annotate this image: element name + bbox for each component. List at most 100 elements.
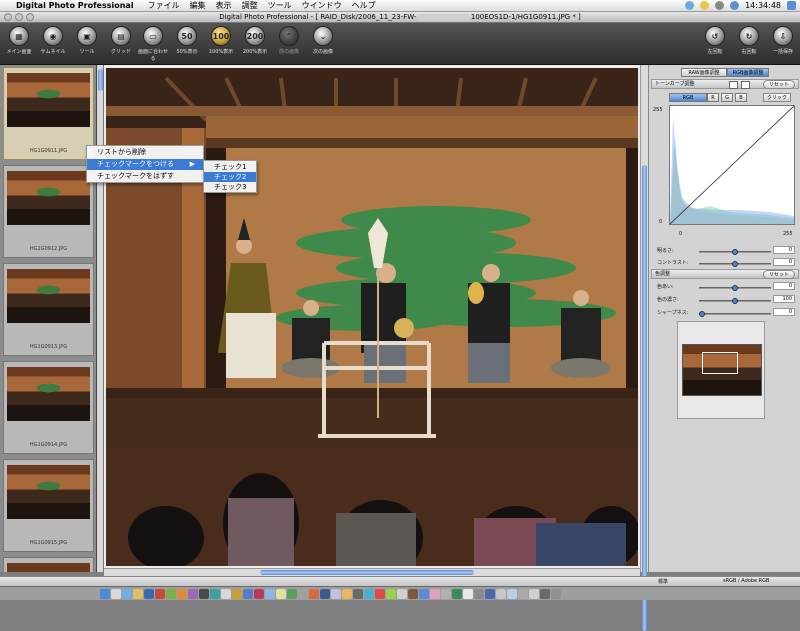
submenu-item-check-1[interactable]: チェック1 <box>204 162 256 172</box>
menu-window[interactable]: ウインドウ <box>302 0 342 11</box>
hue-slider-thumb[interactable] <box>732 285 738 291</box>
dock-app-icon[interactable] <box>485 589 495 599</box>
dock-app-icon[interactable] <box>474 589 484 599</box>
clock[interactable]: 14:34:48 <box>745 1 781 10</box>
hue-slider[interactable] <box>699 285 771 291</box>
dock-app-icon[interactable] <box>177 589 187 599</box>
status-icon-3[interactable] <box>715 1 725 10</box>
sharpness-value[interactable]: 0 <box>773 308 795 316</box>
zoom-window-button[interactable] <box>26 13 34 21</box>
dock-app-icon[interactable] <box>111 589 121 599</box>
viewer-vertical-scroll-knob[interactable] <box>642 165 647 631</box>
hue-value[interactable]: 0 <box>773 282 795 290</box>
thumbnail-button[interactable]: ◉ サムネイル <box>36 26 70 55</box>
thumbnail-scrollbar[interactable] <box>97 65 104 572</box>
menu-adjust[interactable]: 調整 <box>242 0 258 11</box>
dock-app-icon[interactable] <box>232 589 242 599</box>
dock-app-icon[interactable] <box>144 589 154 599</box>
dock-app-icon[interactable] <box>540 589 550 599</box>
dock-app-icon[interactable] <box>397 589 407 599</box>
dock-app-icon[interactable] <box>331 589 341 599</box>
dock-app-icon[interactable] <box>309 589 319 599</box>
menu-view[interactable]: 表示 <box>216 0 232 11</box>
dock-app-icon[interactable] <box>276 589 286 599</box>
thumbnail-item[interactable]: HG1G0912.JPG <box>3 165 94 258</box>
dock-app-icon[interactable] <box>408 589 418 599</box>
sharpness-slider-thumb[interactable] <box>699 311 705 317</box>
thumbnail-item[interactable]: HG1G0914.JPG <box>3 361 94 454</box>
dock-app-icon[interactable] <box>155 589 165 599</box>
dock-app-icon[interactable] <box>518 589 528 599</box>
channel-r[interactable]: R <box>707 93 719 102</box>
zoom-100-button[interactable]: 100 100%表示 <box>204 26 238 55</box>
menu-item-remove-from-list[interactable]: リストから削除 <box>87 147 203 158</box>
dock-app-icon[interactable] <box>364 589 374 599</box>
status-icon-1[interactable] <box>685 1 695 10</box>
dock-app-icon[interactable] <box>199 589 209 599</box>
dock-app-icon[interactable] <box>287 589 297 599</box>
dock-app-icon[interactable] <box>342 589 352 599</box>
spotlight-icon[interactable] <box>787 1 796 10</box>
viewer-vertical-scrollbar[interactable] <box>640 65 648 631</box>
zoom-50-button[interactable]: 50 50%表示 <box>170 26 204 55</box>
channel-b[interactable]: B <box>735 93 747 102</box>
dock-app-icon[interactable] <box>452 589 462 599</box>
image-viewer[interactable] <box>104 65 640 572</box>
brightness-slider-thumb[interactable] <box>732 249 738 255</box>
minimize-window-button[interactable] <box>15 13 23 21</box>
saturation-slider-thumb[interactable] <box>732 298 738 304</box>
submenu-item-check-2[interactable]: チェック2 <box>204 172 256 182</box>
menu-file[interactable]: ファイル <box>148 0 180 11</box>
curve-reset-icon[interactable] <box>741 81 750 89</box>
dock-app-icon[interactable] <box>441 589 451 599</box>
fit-to-window-button[interactable]: ▭ 画面に合わせる <box>136 26 170 62</box>
tab-rgb-adjust[interactable]: RGB画像調整 <box>727 68 769 77</box>
dock-app-icon[interactable] <box>386 589 396 599</box>
dock-app-icon[interactable] <box>122 589 132 599</box>
tool-button[interactable]: ▣ ツール <box>70 26 104 55</box>
contrast-value[interactable]: 0 <box>773 258 795 266</box>
dock-finder-icon[interactable] <box>100 589 110 599</box>
main-window-button[interactable]: ▦ メイン画面 <box>2 26 36 55</box>
contrast-slider[interactable] <box>699 261 771 267</box>
brightness-value[interactable]: 0 <box>773 246 795 254</box>
submenu-item-check-3[interactable]: チェック3 <box>204 182 256 192</box>
menu-edit[interactable]: 編集 <box>190 0 206 11</box>
dock-app-icon[interactable] <box>166 589 176 599</box>
navigator-preview[interactable] <box>677 321 765 419</box>
click-button[interactable]: クリック <box>763 93 791 102</box>
thumbnail-item[interactable] <box>3 557 94 572</box>
dock-trash-icon[interactable] <box>551 589 561 599</box>
channel-g[interactable]: G <box>721 93 733 102</box>
main-photo[interactable] <box>106 68 638 566</box>
viewer-horizontal-scroll-knob[interactable] <box>260 570 474 575</box>
thumbnail-item[interactable]: HG1G0913.JPG <box>3 263 94 356</box>
rotate-right-button[interactable]: ↻ 右回転 <box>732 26 766 55</box>
menu-tools[interactable]: ツール <box>268 0 292 11</box>
color-reset-button[interactable]: リセット <box>763 270 795 279</box>
dock-app-icon[interactable] <box>463 589 473 599</box>
thumbnail-scroll-knob[interactable] <box>98 69 103 91</box>
contrast-slider-thumb[interactable] <box>732 261 738 267</box>
menu-help[interactable]: ヘルプ <box>352 0 376 11</box>
menu-item-add-checkmark[interactable]: チェックマークをつける ▶ <box>87 159 203 170</box>
dock-app-icon[interactable] <box>507 589 517 599</box>
grid-button[interactable]: ▤ グリッド <box>104 26 138 55</box>
input-menu-icon[interactable] <box>730 1 740 10</box>
zoom-200-button[interactable]: 200 200%表示 <box>238 26 272 55</box>
dock-app-icon[interactable] <box>265 589 275 599</box>
tone-curve-graph[interactable] <box>669 105 795 225</box>
dock-app-icon[interactable] <box>419 589 429 599</box>
navigator-view-frame[interactable] <box>702 352 738 374</box>
dock-app-icon[interactable] <box>375 589 385 599</box>
dock-app-icon[interactable] <box>496 589 506 599</box>
dock-app-icon[interactable] <box>320 589 330 599</box>
dock-app-icon[interactable] <box>254 589 264 599</box>
channel-rgb[interactable]: RGB <box>669 93 707 102</box>
next-image-button[interactable]: ⌄ 次の画像 <box>306 26 340 55</box>
dock-app-icon[interactable] <box>353 589 363 599</box>
curve-mode-icon[interactable] <box>729 81 738 89</box>
dock-app-icon[interactable] <box>243 589 253 599</box>
tone-reset-button[interactable]: リセット <box>763 80 795 89</box>
previous-image-button[interactable]: ⌃ 前の画像 <box>272 26 306 55</box>
